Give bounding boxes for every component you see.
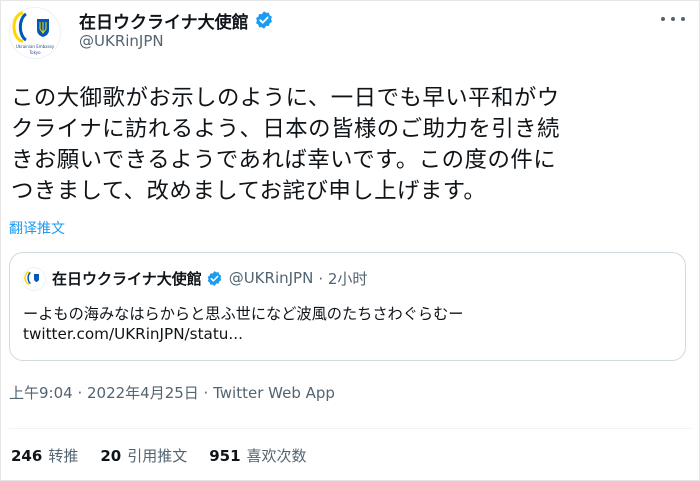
avatar-caption-line2: Tokyo <box>29 50 41 55</box>
verified-badge-icon <box>207 270 221 286</box>
divider <box>9 428 691 429</box>
engagement-stats: 246 转推 20 引用推文 951 喜欢次数 <box>11 445 329 466</box>
author-display-name[interactable]: 在日ウクライナ大使館 <box>79 8 249 33</box>
quoted-link[interactable]: twitter.com/UKRinJPN/statu... <box>23 325 243 343</box>
quote-tweets-stat[interactable]: 20 引用推文 <box>100 445 187 466</box>
stat-label: 喜欢次数 <box>246 447 307 465</box>
tweet-timestamp[interactable]: 上午9:04 · 2022年4月25日 · Twitter Web App <box>9 382 335 403</box>
stat-count: 246 <box>11 447 43 465</box>
more-options-icon[interactable] <box>661 11 685 27</box>
quoted-text: ーよもの海みなはらからと思ふ世になど波風のたちさわぐらむー <box>23 305 464 323</box>
tweet-text: この大御歌がお示しのように、一日でも早い平和がウ クライナに訪れるよう、日本の皆… <box>11 83 695 207</box>
quoted-time: · 2小时 <box>318 269 368 288</box>
author-avatar[interactable]: Ukrainian Embassy Tokyo <box>9 7 61 59</box>
author-handle[interactable]: @UKRinJPN <box>79 32 164 50</box>
avatar-caption-line1: Ukrainian Embassy <box>15 44 55 49</box>
author-name-row: 在日ウクライナ大使館 <box>79 8 274 33</box>
quoted-author-avatar <box>22 267 46 291</box>
likes-stat[interactable]: 951 喜欢次数 <box>209 445 306 466</box>
stat-label: 转推 <box>48 447 79 465</box>
tweet-text-line: つきまして、改めましてお詫び申し上げます。 <box>11 178 487 204</box>
quoted-tweet[interactable]: 在日ウクライナ大使館 @UKRinJPN · 2小时 ーよもの海みなはらからと思… <box>9 252 686 361</box>
retweets-stat[interactable]: 246 转推 <box>11 445 78 466</box>
ukraine-emblem-icon <box>24 271 39 285</box>
quoted-header: 在日ウクライナ大使館 @UKRinJPN · 2小时 <box>52 268 367 288</box>
tweet-text-line: クライナに訪れるよう、日本の皆様のご助力を引き続 <box>11 116 560 142</box>
stat-count: 20 <box>100 447 122 465</box>
quoted-display-name: 在日ウクライナ大使館 <box>52 269 202 288</box>
tweet-card: Ukrainian Embassy Tokyo 在日ウクライナ大使館 @UKRi… <box>0 0 700 481</box>
tweet-text-line: きお願いできるようであれば幸いです。この度の件に <box>11 147 557 173</box>
quoted-handle: @UKRinJPN <box>228 269 314 287</box>
stat-label: 引用推文 <box>127 447 188 465</box>
verified-badge-icon <box>255 11 272 29</box>
translate-tweet-link[interactable]: 翻译推文 <box>9 218 65 238</box>
tweet-text-line: この大御歌がお示しのように、一日でも早い平和がウ <box>11 85 560 111</box>
stat-count: 951 <box>209 447 241 465</box>
